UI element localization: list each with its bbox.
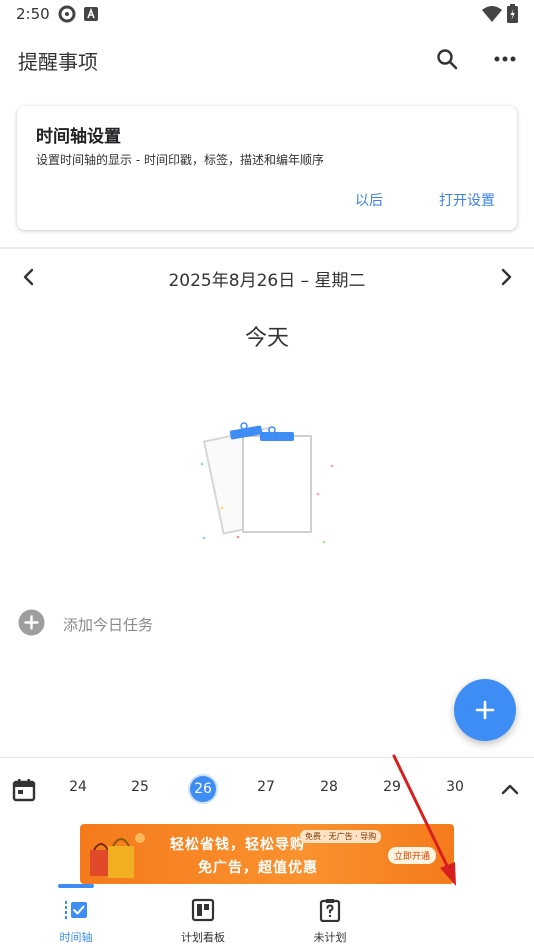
chevron-right-icon[interactable] [493,264,519,290]
battery-icon [507,4,518,23]
wifi-icon [482,6,502,22]
day-30[interactable]: 30 [440,779,470,795]
chevron-up-icon[interactable] [498,778,522,802]
card-description: 设置时间轴的显示 - 时间印戳，标签，描述和编年顺序 [36,153,324,167]
empty-clipboard-illustration [200,422,334,544]
ad-banner[interactable]: 轻松省钱，轻松导购 免广告，超值优惠 免费 · 无广告 · 导购 立即开通 [80,824,454,884]
timeline-check-icon [65,901,87,919]
today-heading: 今天 [244,326,289,351]
board-icon [191,898,215,922]
nav-label-unplanned: 未计划 [313,931,347,944]
ad-cta-button[interactable]: 立即开通 [388,847,437,864]
timeline-settings-card: 时间轴设置 设置时间轴的显示 - 时间印戳，标签，描述和编年顺序 以后 打开设置 [17,106,517,230]
card-title: 时间轴设置 [36,127,121,147]
gift-bags-icon [90,833,145,878]
day-24[interactable]: 24 [63,779,93,795]
add-circle-icon[interactable] [18,609,45,636]
later-button[interactable]: 以后 [355,190,383,210]
add-task-label: 添加今日任务 [63,616,154,634]
day-27[interactable]: 27 [251,779,281,795]
day-28[interactable]: 28 [314,779,344,795]
shield-icon [58,5,76,23]
a-badge-icon [84,7,98,21]
week-strip: 24 25 26 27 28 29 30 [0,770,534,810]
nav-item-timeline[interactable]: 时间轴 [21,884,131,950]
nav-active-indicator [58,884,94,888]
plus-icon [475,700,495,720]
calendar-icon[interactable] [12,778,36,802]
divider [0,757,534,758]
day-25[interactable]: 25 [125,779,155,795]
more-icon[interactable] [488,42,522,76]
date-label: 2025年8月26日 – 星期二 [168,271,366,291]
ad-tags: 免费 · 无广告 · 导购 [300,830,382,843]
add-task-row[interactable]: 添加今日任务 [18,609,318,637]
status-bar: 2:50 [0,0,534,28]
nav-label-timeline: 时间轴 [59,931,93,944]
search-icon[interactable] [430,42,464,76]
divider [0,247,534,249]
add-fab-button[interactable] [454,679,516,741]
ad-headline: 轻松省钱，轻松导购 [170,837,305,853]
status-time: 2:50 [16,5,50,23]
app-bar: 提醒事项 [0,28,534,88]
bottom-nav: 时间轴 计划看板 未计划 [0,884,534,950]
day-29[interactable]: 29 [377,779,407,795]
nav-label-plan-board: 计划看板 [181,931,225,944]
open-settings-button[interactable]: 打开设置 [439,190,495,210]
ad-subline: 免广告，超值优惠 [198,860,318,876]
nav-item-unplanned[interactable]: 未计划 [275,884,385,950]
page-title: 提醒事项 [18,50,98,74]
nav-item-plan-board[interactable]: 计划看板 [148,884,258,950]
unplanned-question-icon [319,899,341,922]
day-26-selected[interactable]: 26 [190,776,216,802]
